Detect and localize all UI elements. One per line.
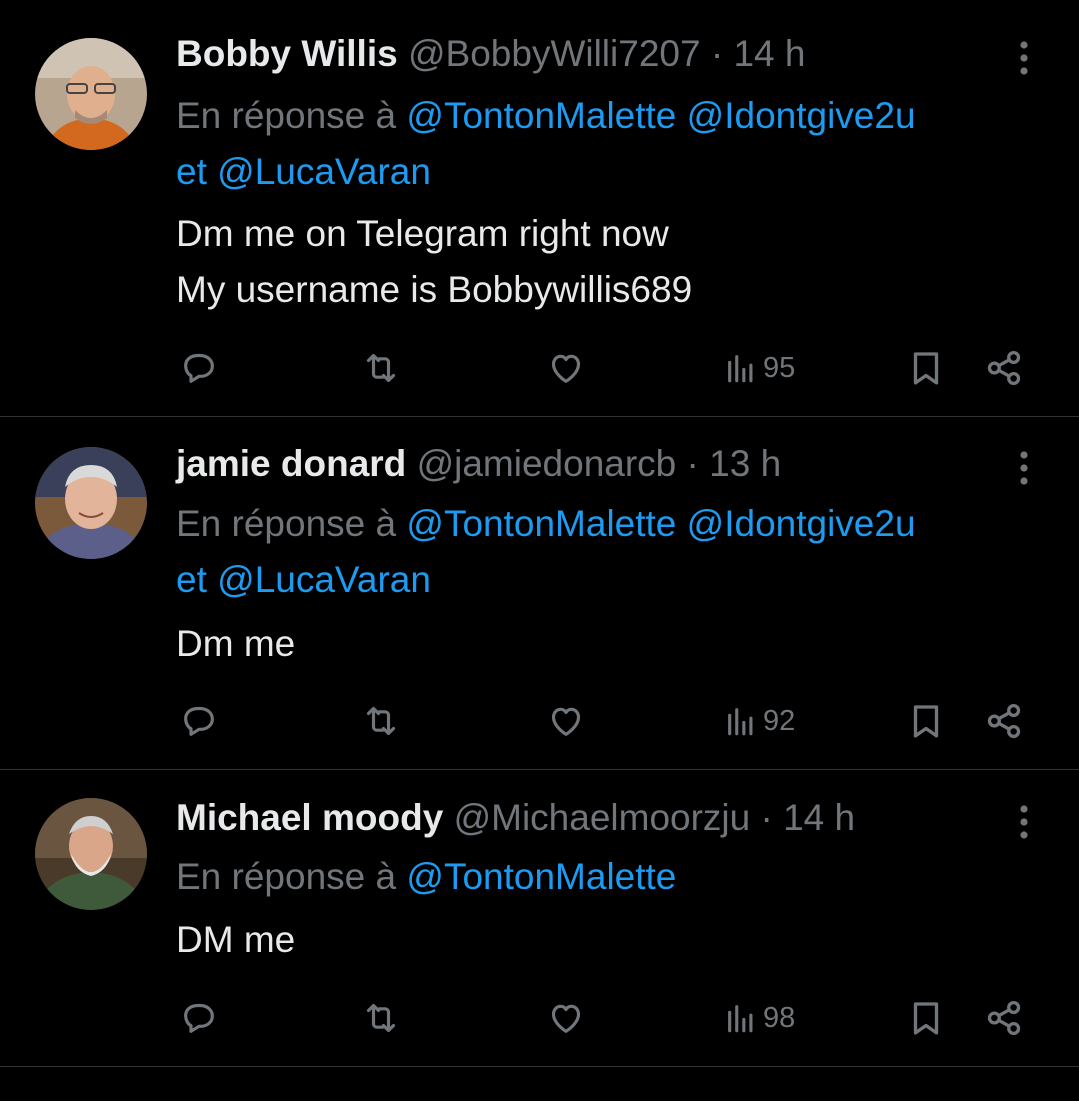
views-button[interactable]: 98 (723, 996, 795, 1040)
views-icon (728, 708, 753, 736)
reply-icon (184, 1003, 214, 1033)
avatar[interactable] (35, 447, 147, 559)
author-handle[interactable]: @jamiedonarcb (417, 443, 677, 484)
separator-dot: · (686, 443, 699, 484)
more-button[interactable] (1008, 446, 1040, 490)
bookmark-button[interactable] (905, 996, 947, 1040)
bookmark-button[interactable] (905, 699, 947, 743)
mention-link[interactable]: @LucaVaran (217, 559, 431, 600)
views-count: 98 (763, 1001, 796, 1034)
reply-feed: Bobby Willis @BobbyWilli7207 · 14 h En r… (0, 0, 1079, 1101)
reply-prefix: En réponse à (176, 856, 397, 897)
reply-button[interactable] (178, 699, 220, 743)
tweet-text-line: My username is Bobbywillis689 (176, 269, 693, 310)
avatar-image (35, 38, 147, 150)
retweet-button[interactable] (358, 996, 404, 1040)
timestamp[interactable]: 14 h (783, 797, 855, 838)
like-icon (551, 1004, 581, 1033)
like-icon (551, 707, 581, 736)
author-name[interactable]: Michael moody (176, 797, 443, 838)
views-icon (728, 355, 753, 383)
timestamp[interactable]: 14 h (733, 33, 805, 74)
tweet-header: Bobby Willis @BobbyWilli7207 · 14 h (176, 32, 805, 76)
like-button[interactable] (545, 996, 587, 1040)
reply-prefix: En réponse à (176, 95, 397, 136)
mention-link[interactable]: @TontonMalette (406, 95, 676, 136)
avatar-image (35, 447, 147, 559)
mention-link[interactable]: @LucaVaran (217, 151, 431, 192)
views-count: 92 (763, 704, 796, 737)
more-icon (1020, 41, 1028, 75)
reply-context: En réponse à @TontonMalette (176, 849, 1046, 905)
avatar[interactable] (35, 798, 147, 910)
mention-link[interactable]: @TontonMalette (406, 503, 676, 544)
tweet-text: Dm me on Telegram right now My username … (176, 206, 1046, 318)
like-icon (551, 354, 581, 383)
reply-context: En réponse à @TontonMalette @Idontgive2u… (176, 496, 1046, 608)
author-handle[interactable]: @BobbyWilli7207 (408, 33, 701, 74)
reply-context: En réponse à @TontonMalette @Idontgive2u… (176, 88, 1046, 200)
tweet[interactable]: Bobby Willis @BobbyWilli7207 · 14 h En r… (0, 0, 1079, 417)
mention-link[interactable]: @Idontgive2u (687, 503, 916, 544)
separator-dot: · (760, 797, 773, 838)
share-button[interactable] (983, 996, 1025, 1040)
bookmark-button[interactable] (905, 346, 947, 390)
like-button[interactable] (545, 699, 587, 743)
action-bar: 95 (0, 346, 1079, 390)
tweet-text: DM me (176, 912, 1046, 968)
share-icon (987, 1000, 1021, 1036)
more-icon (1020, 805, 1028, 839)
author-name[interactable]: jamie donard (176, 443, 406, 484)
reply-icon (184, 353, 214, 383)
retweet-icon (366, 1003, 396, 1033)
like-button[interactable] (545, 346, 587, 390)
and-word: et (176, 151, 207, 192)
share-button[interactable] (983, 346, 1025, 390)
reply-button[interactable] (178, 996, 220, 1040)
views-count: 95 (763, 351, 796, 384)
avatar[interactable] (35, 38, 147, 150)
author-name[interactable]: Bobby Willis (176, 33, 398, 74)
retweet-icon (366, 706, 396, 736)
reply-prefix: En réponse à (176, 503, 397, 544)
retweet-icon (366, 353, 396, 383)
views-button[interactable]: 95 (723, 346, 795, 390)
timestamp[interactable]: 13 h (709, 443, 781, 484)
tweet[interactable]: jamie donard @jamiedonarcb · 13 h En rép… (0, 417, 1079, 770)
separator-dot: · (710, 33, 724, 74)
tweet-text-line: Dm me on Telegram right now (176, 213, 669, 254)
tweet-text: Dm me (176, 616, 1046, 672)
tweet-text-line: Dm me (176, 623, 296, 664)
retweet-button[interactable] (358, 699, 404, 743)
more-icon (1020, 451, 1028, 485)
bookmark-icon (913, 352, 939, 385)
reply-button[interactable] (178, 346, 220, 390)
tweet[interactable]: Michael moody @Michaelmoorzju · 14 h En … (0, 770, 1079, 1068)
views-icon (728, 1005, 753, 1033)
retweet-button[interactable] (358, 346, 404, 390)
reply-icon (184, 706, 214, 736)
mention-link[interactable]: @TontonMalette (406, 856, 676, 897)
tweet-text-line: DM me (176, 919, 296, 960)
share-icon (987, 350, 1021, 386)
action-bar: 98 (0, 996, 1079, 1040)
mention-link[interactable]: @Idontgive2u (687, 95, 916, 136)
bookmark-icon (913, 705, 939, 738)
author-handle[interactable]: @Michaelmoorzju (454, 797, 751, 838)
avatar-image (35, 798, 147, 910)
tweet-header: Michael moody @Michaelmoorzju · 14 h (176, 796, 855, 840)
and-word: et (176, 559, 207, 600)
tweet-header: jamie donard @jamiedonarcb · 13 h (176, 442, 781, 486)
views-button[interactable]: 92 (723, 699, 795, 743)
more-button[interactable] (1008, 36, 1040, 80)
share-button[interactable] (983, 699, 1025, 743)
share-icon (987, 703, 1021, 739)
divider (0, 1066, 1079, 1067)
more-button[interactable] (1008, 800, 1040, 844)
bookmark-icon (913, 1002, 939, 1035)
action-bar: 92 (0, 699, 1079, 743)
